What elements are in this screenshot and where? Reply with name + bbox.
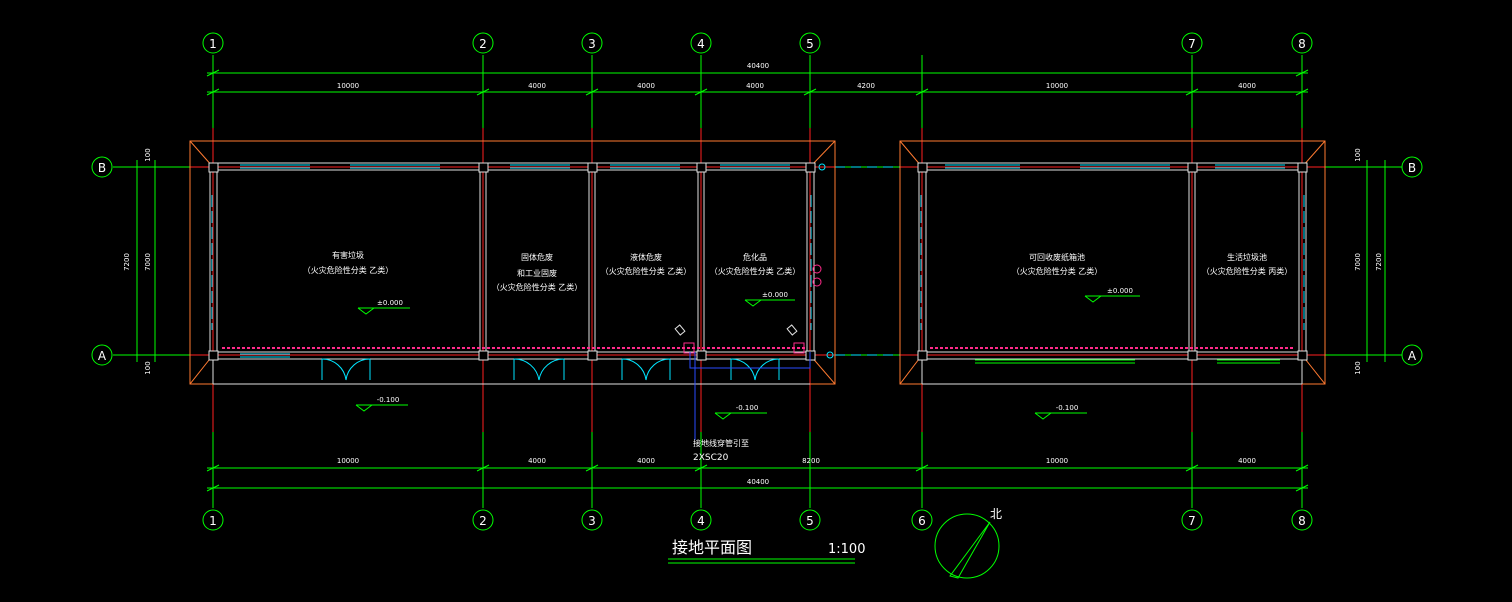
room-2-note: （火灾危险性分类 乙类）: [492, 282, 583, 292]
axis-right-B: B: [1408, 161, 1416, 175]
test-points: [683, 264, 822, 354]
left-outer-dim: 7200: [123, 253, 131, 271]
axis-left-B: B: [98, 161, 106, 175]
bottom-seg-labels: 10000 4000 4000 8200 10000 4000: [337, 457, 1256, 465]
room-3-name: 液体危废: [630, 252, 662, 262]
ground-cable-label: 接地线穿管引至: [693, 438, 749, 448]
left-inner-dim: 7000: [144, 253, 152, 271]
top-seg-5: 4200: [857, 82, 875, 90]
room-2-name2: 和工业固废: [517, 268, 557, 278]
elev-outside-3: -0.100: [1056, 404, 1079, 412]
room-5-note: （火灾危险性分类 乙类）: [1012, 266, 1103, 276]
top-total-dim: 40400: [747, 62, 769, 70]
room-1-note: （火灾危险性分类 乙类）: [303, 265, 394, 275]
cable-route: [689, 352, 811, 440]
left-edge-top: 100: [144, 148, 152, 161]
axis-top-4: 4: [697, 37, 705, 51]
axis-top-1: 1: [209, 37, 217, 51]
right-edge-bottom: 100: [1354, 361, 1362, 374]
conduit-label: 2XSC20: [693, 453, 729, 463]
axis-top-5: 5: [806, 37, 814, 51]
bot-seg-3: 4000: [637, 457, 655, 465]
room-3-note: （火灾危险性分类 乙类）: [601, 266, 692, 276]
bot-seg-6: 4000: [1238, 457, 1256, 465]
axis-top-7: 7: [1188, 37, 1196, 51]
room-4-note: （火灾危险性分类 乙类）: [710, 266, 801, 276]
axis-bottom-1: 1: [209, 514, 217, 528]
axis-bottom-2: 2: [479, 514, 487, 528]
top-seg-6: 10000: [1046, 82, 1068, 90]
left-edge-bottom: 100: [144, 361, 152, 374]
north-arrow-icon: [934, 513, 1000, 579]
axis-bottom-8: 8: [1298, 514, 1306, 528]
doors: [321, 358, 780, 381]
axis-extension-lines: [113, 55, 1402, 508]
bottom-total-dim: 40400: [747, 478, 769, 486]
axis-bottom-4: 4: [697, 514, 705, 528]
right-outer-dim: 7200: [1375, 253, 1383, 271]
drain: [975, 359, 1280, 364]
axis-bubble-labels: 1 2 3 4 5 7 8 1 2 3 4 5 6 7 8 B A B A: [98, 37, 1417, 528]
top-seg-labels: 10000 4000 4000 4000 4200 10000 4000: [337, 82, 1256, 90]
axis-bottom-3: 3: [588, 514, 596, 528]
title-underline: [668, 558, 855, 564]
north-label: 北: [990, 507, 1002, 521]
bot-seg-5: 10000: [1046, 457, 1068, 465]
axis-lines: [212, 128, 1303, 432]
room-1-name: 有害垃圾: [332, 250, 364, 260]
axis-bottom-7: 7: [1188, 514, 1196, 528]
bot-seg-2: 4000: [528, 457, 546, 465]
room-6-note: （火灾危险性分类 丙类）: [1202, 266, 1293, 276]
elev-outside-2: -0.100: [736, 404, 759, 412]
axis-left-A: A: [98, 349, 107, 363]
elev-room-1: ±0.000: [377, 299, 403, 307]
drawing-title: 接地平面图: [672, 538, 752, 557]
room-labels: 有害垃圾 （火灾危险性分类 乙类） 固体危废 和工业固废 （火灾危险性分类 乙类…: [303, 250, 1293, 292]
elevation-marks: [355, 295, 1140, 420]
right-inner-dim: 7000: [1354, 253, 1362, 271]
elevation-labels: ±0.000 ±0.000 ±0.000 -0.100 -0.100 -0.10…: [377, 287, 1133, 412]
drawing-scale: 1:100: [828, 542, 865, 557]
bot-seg-1: 10000: [337, 457, 359, 465]
axis-right-A: A: [1408, 349, 1417, 363]
drawing-canvas: 40400 10000 4000 4000 4000 4200 10000 40…: [91, 32, 1423, 579]
top-seg-3: 4000: [637, 82, 655, 90]
room-5-name: 可回收废纸箱池: [1029, 252, 1085, 262]
room-2-name: 固体危废: [521, 252, 553, 262]
room-6-name: 生活垃圾池: [1227, 252, 1267, 262]
elev-room-5: ±0.000: [1107, 287, 1133, 295]
top-seg-4: 4000: [746, 82, 764, 90]
axis-bottom-5: 5: [806, 514, 814, 528]
elev-outside-1: -0.100: [377, 396, 400, 404]
bot-seg-4: 8200: [802, 457, 820, 465]
top-seg-1: 10000: [337, 82, 359, 90]
axis-top-8: 8: [1298, 37, 1306, 51]
axis-top-2: 2: [479, 37, 487, 51]
top-seg-7: 4000: [1238, 82, 1256, 90]
axis-top-3: 3: [588, 37, 596, 51]
link-dashes: [835, 166, 900, 356]
axis-bottom-6: 6: [918, 514, 926, 528]
axis-bubbles: [91, 32, 1423, 531]
elev-room-4: ±0.000: [762, 291, 788, 299]
room-4-name: 危化品: [743, 252, 767, 262]
right-edge-top: 100: [1354, 148, 1362, 161]
top-seg-2: 4000: [528, 82, 546, 90]
